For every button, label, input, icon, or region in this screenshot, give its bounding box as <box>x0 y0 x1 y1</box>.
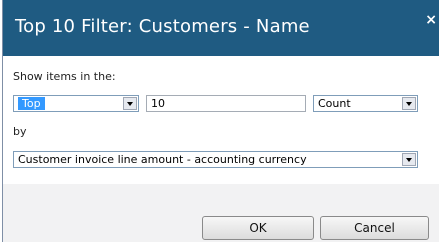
chevron-down-icon[interactable] <box>402 97 416 110</box>
ok-button[interactable]: OK <box>202 216 314 240</box>
by-label: by <box>13 125 27 138</box>
chevron-down-icon[interactable] <box>123 97 137 110</box>
field-value: Customer invoice line amount - accountin… <box>18 153 307 166</box>
field-dropdown[interactable]: Customer invoice line amount - accountin… <box>13 151 418 168</box>
dialog-title: Top 10 Filter: Customers - Name <box>15 16 310 37</box>
dialog-content: Show items in the: Top 10 Count by Custo… <box>3 56 439 184</box>
top10-filter-dialog: Top 10 Filter: Customers - Name × Show i… <box>2 0 439 242</box>
dialog-footer: OK Cancel <box>3 184 439 242</box>
direction-dropdown[interactable]: Top <box>13 95 139 112</box>
chevron-down-icon[interactable] <box>402 153 416 166</box>
direction-value: Top <box>18 97 45 110</box>
count-input[interactable]: 10 <box>146 95 306 112</box>
cancel-button[interactable]: Cancel <box>320 216 429 240</box>
type-dropdown[interactable]: Count <box>313 95 418 112</box>
type-value: Count <box>318 97 351 110</box>
count-value: 10 <box>151 97 165 110</box>
show-items-label: Show items in the: <box>13 70 116 83</box>
title-bar: Top 10 Filter: Customers - Name × <box>3 0 439 56</box>
close-icon[interactable]: × <box>425 12 437 28</box>
